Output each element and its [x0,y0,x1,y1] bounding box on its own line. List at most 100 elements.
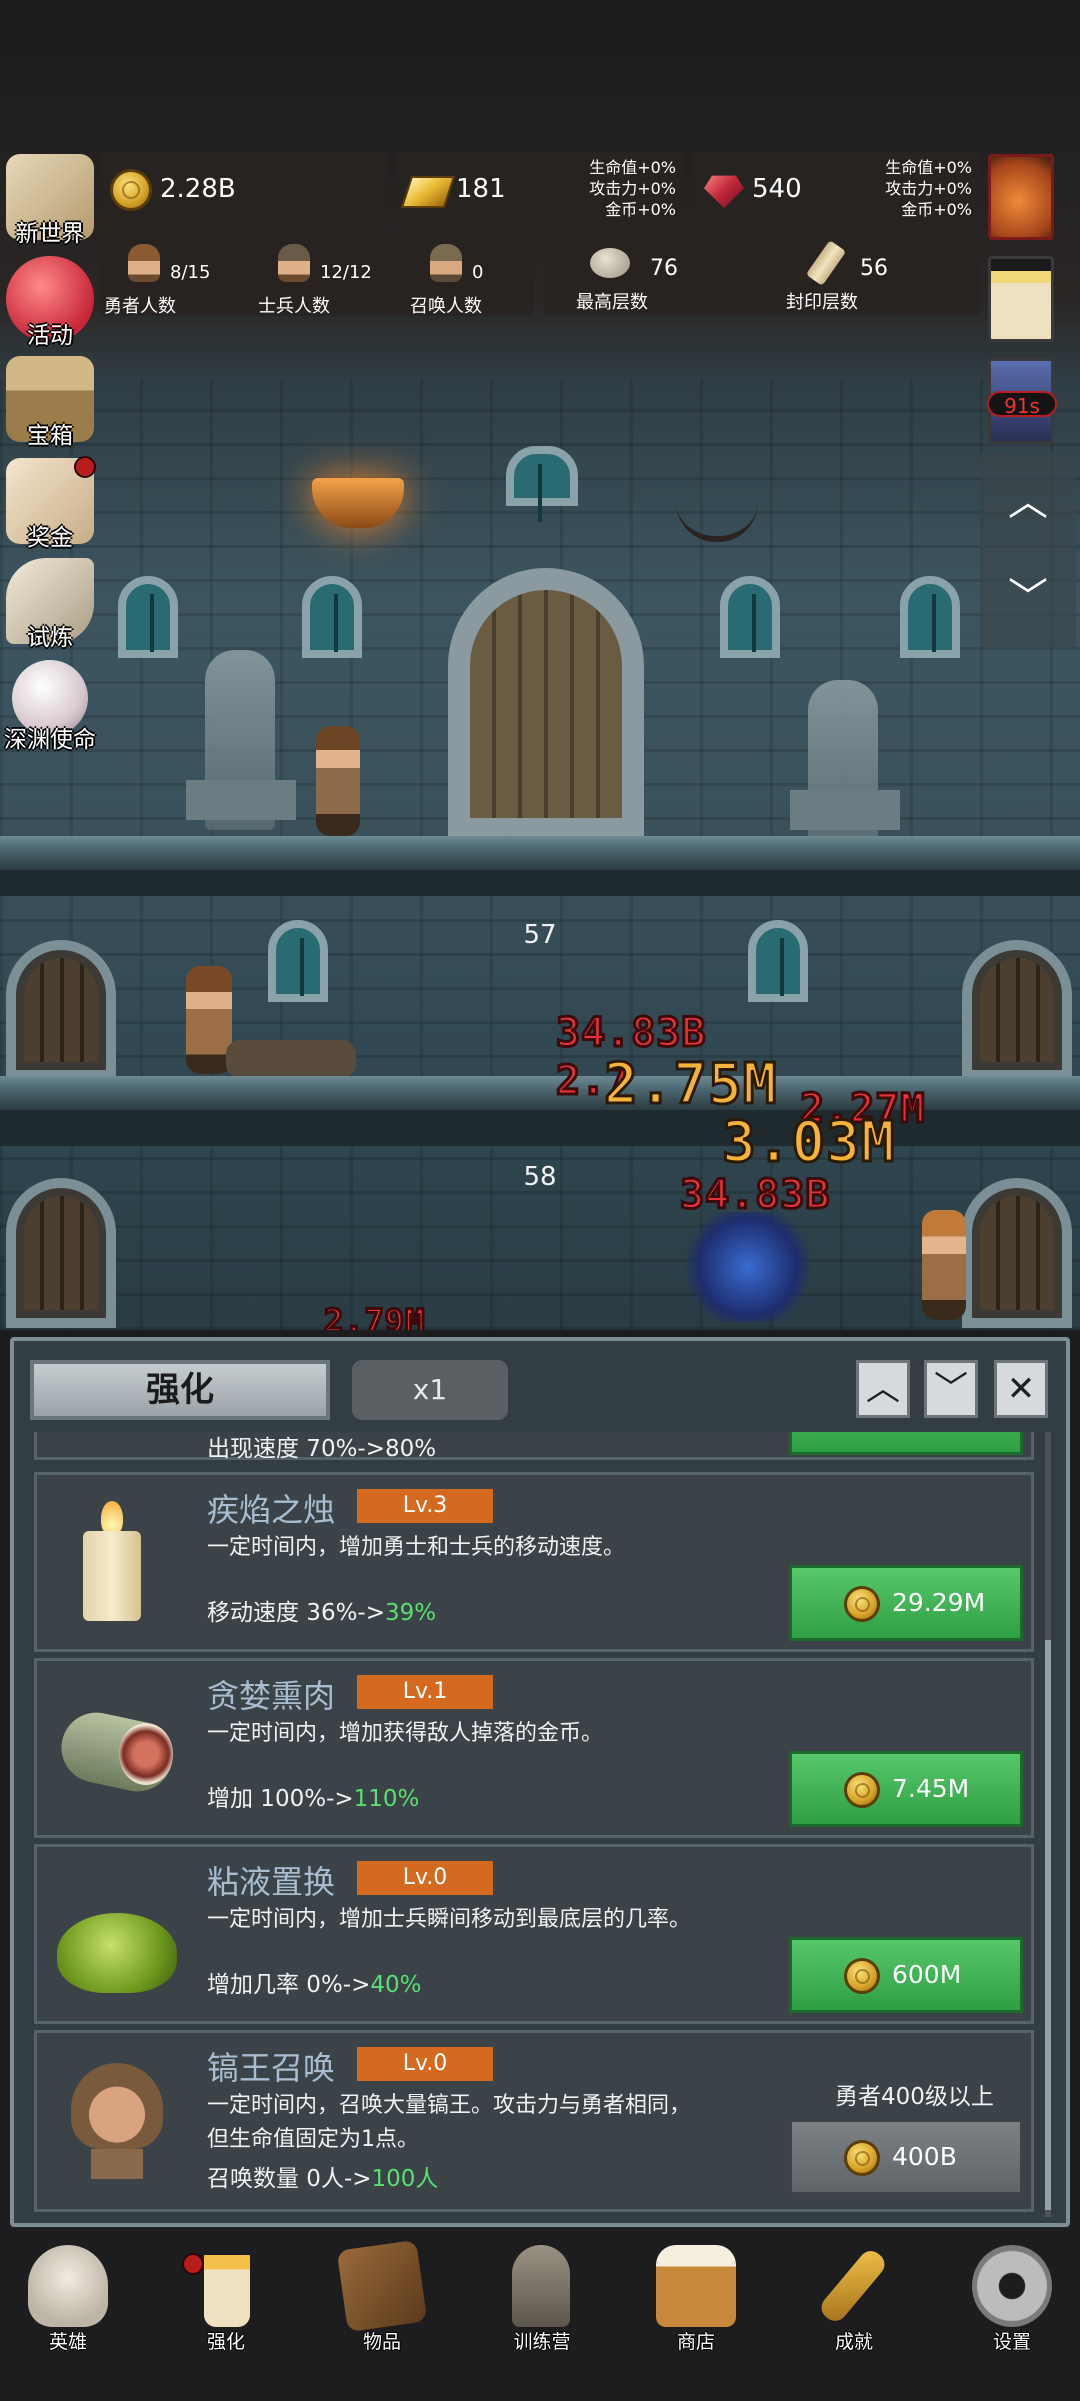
floor-record-panel: 76 最高层数 56 封印层数 [544,236,980,316]
gold-coin-icon [844,1958,880,1994]
side-menu-abyss[interactable]: 深渊使命 [0,660,100,756]
upgrade-buy-button[interactable]: 29.29M [789,1565,1023,1641]
nav-shop[interactable]: 商店 [618,2227,774,2357]
gem-panel: 540 生命值+0% 攻击力+0% 金币+0% [692,152,980,228]
skull-icon [28,2245,108,2327]
stone-icon [590,248,630,278]
slime-icon [57,1873,177,1993]
buff-timer: 91s [987,391,1057,418]
nav-label: 训练营 [513,2331,571,2353]
upgrade-buy-button[interactable]: 600M [789,1937,1023,2013]
damage-number: 34.83B [679,1171,831,1220]
castle-window [506,446,578,522]
side-menu-chest[interactable]: 宝箱 [0,356,100,452]
upgrade-description: 一定时间内，召唤大量镐王。攻击力与勇者相同， [207,2093,692,2118]
dungeon-door [6,940,116,1080]
panel-collapse-button[interactable]: ﹀ [924,1360,978,1418]
nav-settings[interactable]: 设置 [934,2227,1080,2357]
gem-amount: 540 [752,174,802,204]
side-menu-new-world[interactable]: 新世界 [0,154,100,250]
upgrade-cost: 600M [892,1960,962,1989]
stat-new-value: 40% [370,1972,422,1998]
gold-bar-icon [400,176,456,208]
gold-panel: 2.28B [100,152,388,228]
panel-expand-button[interactable]: ︿ [856,1360,910,1418]
upgrade-stat: 增加 100%->110% [207,1779,419,1813]
floor-gap [0,870,1080,896]
nav-training-camp[interactable]: 训练营 [464,2227,620,2357]
soldier-count-label: 士兵人数 [258,296,330,317]
nav-heroes[interactable]: 英雄 [0,2227,146,2357]
castle-window [748,920,808,1002]
statue-base [790,790,900,830]
side-menu-label: 试炼 [27,625,73,651]
upgrade-description: 一定时间内，增加勇士和士兵的移动速度。 [207,1535,626,1560]
damage-number: 34.83B [555,1009,707,1058]
nav-enhance[interactable]: 强化 [148,2227,304,2357]
bonus-atk: 攻击力+0% [589,179,676,198]
upgrade-list[interactable]: 出现速度 70%->80% 疾焰之烛 Lv.3 一定时间内，增加勇士和士兵的移动… [20,1432,1060,2217]
upgrade-stat: 出现速度 70%->80% [207,1436,437,1462]
upgrade-buy-button[interactable] [789,1432,1023,1455]
upgrade-row: 粘液置换 Lv.0 一定时间内，增加士兵瞬间移动到最底层的几率。 增加几率 0%… [34,1844,1034,2024]
nav-label: 商店 [676,2331,715,2353]
gem-bonus-list: 生命值+0% 攻击力+0% 金币+0% [862,157,972,220]
sealed-floor-label: 封印层数 [786,292,858,313]
unlock-requirement: 勇者400级以上 [835,2084,994,2110]
nav-label: 物品 [362,2331,401,2353]
bonus-hp: 生命值+0% [885,158,972,177]
stat-new-value: 39% [385,1600,437,1626]
upgrade-stat: 增加几率 0%->40% [207,1965,422,1999]
dungeon-door [962,940,1072,1080]
shadow-enemy [678,1212,818,1322]
summon-head-icon [430,244,462,282]
bar-bonus-list: 生命值+0% 攻击力+0% 金币+0% [566,157,676,220]
bonus-gold: 金币+0% [901,200,972,219]
scroll-up-button[interactable]: ︿ [1000,474,1056,530]
seal-scroll-icon [805,240,847,286]
knight-statue [808,680,878,860]
mage-buff-icon[interactable]: 91s [987,358,1057,444]
dungeon-door [6,1178,116,1328]
nav-label: 成就 [834,2331,873,2353]
gold-coin-icon [844,1586,880,1622]
upgrade-buy-button-locked[interactable]: 400B [789,2119,1023,2195]
upgrade-row: 疾焰之烛 Lv.3 一定时间内，增加勇士和士兵的移动速度。 移动速度 36%->… [34,1472,1034,1652]
hero-count-label: 勇者人数 [104,296,176,317]
side-menu-events[interactable]: 活动 [0,256,100,352]
bonus-atk: 攻击力+0% [885,179,972,198]
upgrade-description: 一定时间内，增加获得敌人掉落的金币。 [207,1721,604,1746]
side-menu-trial[interactable]: 试炼 [0,558,100,654]
nav-label: 强化 [206,2331,245,2353]
nav-achievements[interactable]: 成就 [776,2227,932,2357]
lantern-icon [512,2245,570,2327]
tab-enhance[interactable]: 强化 [30,1360,330,1420]
side-menu-bonus[interactable]: 奖金 [0,456,100,554]
key-icon [816,2246,890,2326]
gold-coin-icon [844,1772,880,1808]
floor-number: 57 [523,920,557,950]
stat-label: 增加 100%-> [207,1786,354,1812]
side-menu-label: 新世界 [15,221,85,247]
candle-buff-icon[interactable] [988,256,1054,342]
scroll-down-button[interactable]: ﹀ [1000,570,1056,626]
level-badge: Lv.0 [357,1861,493,1895]
level-badge: Lv.1 [357,1675,493,1709]
summon-count-label: 召唤人数 [410,296,482,317]
multiplier-toggle[interactable]: x1 [352,1360,508,1420]
upgrade-row-partial: 出现速度 70%->80% [34,1432,1034,1462]
upgrade-name: 贪婪熏肉 [207,1677,336,1715]
candle-icon [204,2245,250,2327]
castle-window [720,576,780,658]
pumpkin-buff-icon[interactable] [988,154,1054,240]
candle-icon [57,1501,177,1621]
upgrade-buy-button[interactable]: 7.45M [789,1751,1023,1827]
upgrade-description-2: 但生命值固定为1点。 [207,2127,419,2152]
stat-label: 移动速度 36%-> [207,1600,386,1626]
list-scrollbar-thumb[interactable] [1045,1640,1051,2210]
soldier-head-icon [278,244,310,282]
nav-items[interactable]: 物品 [304,2227,460,2357]
notification-dot [74,456,96,478]
top-floor-label: 最高层数 [576,292,648,313]
panel-close-button[interactable]: ✕ [994,1360,1048,1418]
